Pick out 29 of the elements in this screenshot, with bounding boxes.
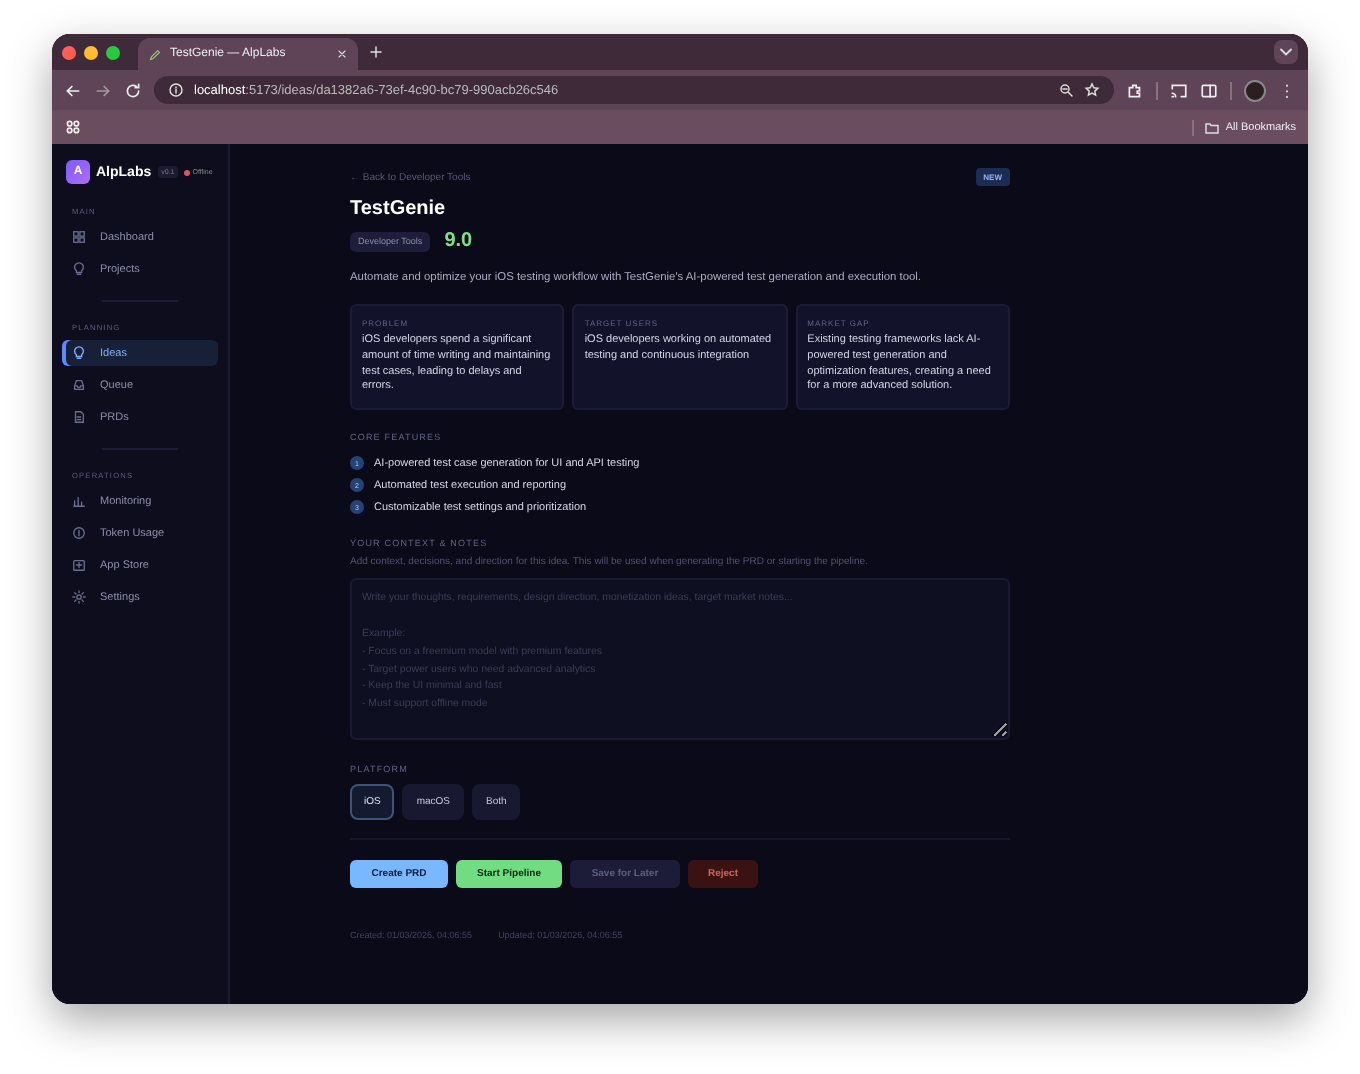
document-icon: [72, 410, 86, 424]
window-control-dot[interactable]: [106, 45, 120, 59]
cast-icon[interactable]: [1170, 81, 1188, 99]
forward-icon[interactable]: [94, 81, 112, 99]
settings-icon: [72, 590, 86, 604]
zoom-icon[interactable]: [1058, 82, 1074, 98]
avatar[interactable]: [1244, 79, 1266, 101]
store-icon: [72, 558, 86, 572]
pencil-icon: [148, 47, 162, 61]
new-tab-icon[interactable]: [368, 44, 384, 60]
back-icon[interactable]: [64, 81, 82, 99]
tray-icon: [72, 378, 86, 392]
window-control-dot[interactable]: [62, 45, 76, 59]
apps-icon[interactable]: [64, 118, 82, 136]
reload-icon[interactable]: [124, 81, 142, 99]
idea-title: TestGenie: [350, 198, 448, 220]
lightbulb-icon: [72, 346, 86, 360]
sidebar-icon[interactable]: [1200, 81, 1218, 99]
window-control-dot[interactable]: [84, 45, 98, 59]
info-icon: [168, 82, 184, 98]
lightbulb-icon: [72, 262, 86, 276]
bar-chart-icon: [72, 494, 86, 508]
close-icon[interactable]: [336, 48, 348, 60]
puzzle-icon[interactable]: [1126, 81, 1144, 99]
score: 9.0: [444, 230, 473, 252]
star-icon[interactable]: [1084, 82, 1100, 98]
chevron-down-icon[interactable]: [1274, 40, 1298, 64]
grid-icon: [72, 230, 86, 244]
folder-icon: [1203, 119, 1220, 135]
